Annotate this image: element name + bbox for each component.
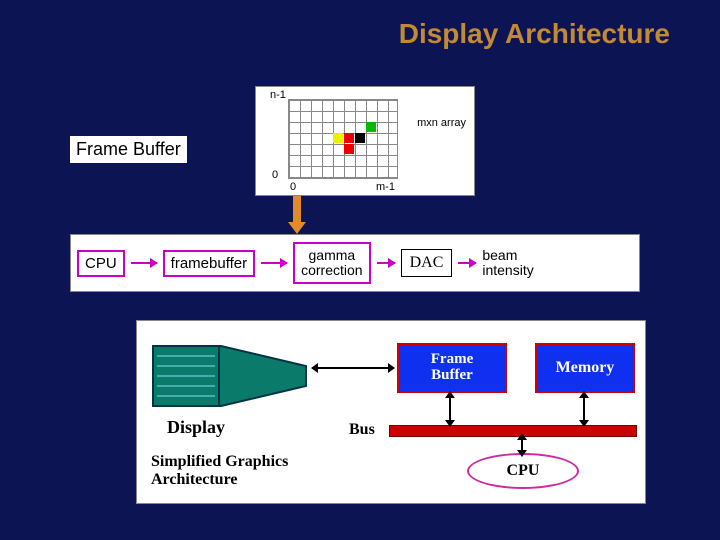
pixel-black — [355, 133, 365, 143]
pipeline-gamma-box: gamma correction — [293, 242, 370, 283]
memory-box: Memory — [535, 343, 635, 393]
mxn-array-panel: n-1 0 0 m-1 mxn array — [255, 86, 475, 196]
pixel-red — [344, 133, 354, 143]
pixel-grid — [288, 99, 398, 179]
slide-title: Display Architecture — [399, 18, 670, 50]
arrow-right-icon — [261, 262, 287, 264]
bus-bar — [389, 425, 637, 437]
display-label: Display — [167, 417, 225, 438]
sga-label: Simplified Graphics Architecture — [151, 453, 288, 488]
pipeline-framebuffer-box: framebuffer — [163, 250, 255, 277]
double-arrow-vert-icon — [449, 397, 451, 421]
arrow-right-icon — [131, 262, 157, 264]
pixel-red-2 — [344, 144, 354, 154]
bus-label: Bus — [349, 421, 375, 439]
axis-label-n1: n-1 — [270, 89, 286, 101]
arrow-down-icon — [293, 196, 301, 224]
pixel-yellow — [333, 133, 343, 143]
arrow-right-icon — [458, 262, 476, 264]
double-arrow-horiz-icon — [317, 367, 389, 369]
pixel-green — [366, 122, 376, 132]
frame-buffer-label: Frame Buffer — [70, 136, 187, 163]
axis-label-0y: 0 — [272, 169, 278, 181]
axis-label-m1: m-1 — [376, 181, 395, 193]
arrow-right-icon — [377, 262, 395, 264]
cpu-box: CPU — [467, 453, 579, 489]
pipeline-dac-box: DAC — [401, 249, 453, 277]
double-arrow-vert-icon — [583, 397, 585, 421]
axis-label-0x: 0 — [290, 181, 296, 193]
mxn-array-label: mxn array — [417, 117, 466, 129]
pipeline-cpu-box: CPU — [77, 250, 125, 277]
frame-buffer-box: Frame Buffer — [397, 343, 507, 393]
architecture-panel: Display Frame Buffer Memory Bus CPU Simp… — [136, 320, 646, 504]
crt-display-icon — [151, 341, 311, 411]
pipeline-beam-label: beam intensity — [482, 248, 533, 277]
pipeline-panel: CPU framebuffer gamma correction DAC bea… — [70, 234, 640, 292]
double-arrow-vert-icon — [521, 439, 523, 451]
